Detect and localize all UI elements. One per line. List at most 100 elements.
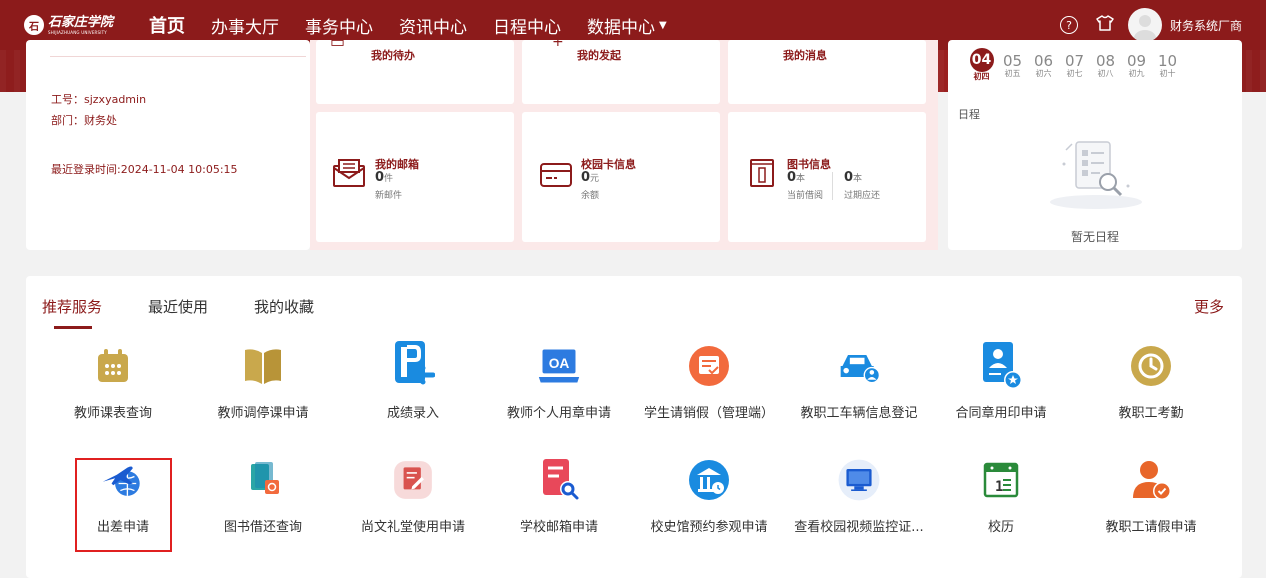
more-link[interactable]: 更多 bbox=[1194, 296, 1224, 317]
tile-my-todo[interactable]: ▭ 我的待办 bbox=[316, 32, 514, 104]
card-balance: 0元 bbox=[581, 170, 600, 185]
todo-icon: ▭ bbox=[330, 32, 346, 51]
service-label: 图书借还查询 bbox=[223, 520, 302, 535]
form-icon bbox=[391, 458, 435, 502]
service-label: 教师个人用章申请 bbox=[506, 406, 611, 421]
service-teacher-class-adjust[interactable]: 教师调停课申请 bbox=[188, 344, 338, 421]
borrow-count: 0本 bbox=[787, 170, 806, 185]
service-museum-visit[interactable]: 校史馆预约参观申请 bbox=[634, 458, 784, 535]
service-campus-cctv[interactable]: 查看校园视频监控证... bbox=[784, 458, 934, 535]
service-student-leave[interactable]: 学生请销假（管理端） bbox=[634, 344, 784, 421]
avatar[interactable] bbox=[1127, 8, 1162, 42]
calendar-day[interactable]: 09 初九 bbox=[1121, 54, 1152, 82]
mail-count: 0件 bbox=[375, 170, 394, 185]
university-seal-icon: 石 bbox=[24, 15, 44, 35]
clock-icon bbox=[1129, 344, 1173, 388]
theme-shirt-icon[interactable] bbox=[1096, 15, 1114, 35]
service-label: 教职工考勤 bbox=[1118, 406, 1184, 421]
tab-favorites[interactable]: 我的收藏 bbox=[254, 296, 314, 317]
tile-label: 我的消息 bbox=[783, 49, 827, 62]
calendar-card: 04 初四 05 初五 06 初六 07 初七 08 初八 09 初九 10 初十 日程 暂无… bbox=[948, 40, 1242, 250]
overdue-count: 0本 bbox=[844, 170, 863, 185]
card-icon bbox=[539, 162, 573, 192]
leave-icon bbox=[687, 344, 731, 388]
service-staff-leave[interactable]: 教职工请假申请 bbox=[1076, 458, 1226, 535]
service-label: 学校邮箱申请 bbox=[519, 520, 598, 535]
service-school-calendar[interactable]: 1 校历 bbox=[926, 458, 1076, 535]
tile-label: 我的待办 bbox=[371, 49, 415, 62]
service-contract-seal[interactable]: 合同章用印申请 bbox=[926, 342, 1076, 421]
logo-name-cn: 石家庄学院 bbox=[48, 14, 114, 30]
service-staff-vehicle-registration[interactable]: 教职工车辆信息登记 bbox=[784, 344, 934, 421]
car-icon bbox=[837, 344, 881, 388]
empty-schedule-illustration bbox=[1046, 132, 1146, 212]
svg-text:1: 1 bbox=[995, 479, 1003, 495]
overdue-sub: 过期应还 bbox=[844, 191, 881, 201]
monitor-icon bbox=[837, 458, 881, 502]
employee-id: 工号：sjzxyadmin bbox=[51, 93, 147, 106]
caret-down-icon: ▼ bbox=[659, 19, 667, 31]
divider bbox=[50, 56, 306, 57]
service-label: 教师调停课申请 bbox=[217, 406, 309, 421]
service-label: 尚文礼堂使用申请 bbox=[360, 520, 465, 535]
contract-icon bbox=[979, 342, 1023, 389]
calendar-day[interactable]: 05 初五 bbox=[997, 54, 1028, 82]
selection-highlight-box bbox=[75, 458, 172, 552]
university-logo[interactable]: 石 石家庄学院 SHIJIAZHUANG UNIVERSITY bbox=[24, 15, 124, 35]
help-icon[interactable]: ? bbox=[1059, 16, 1078, 34]
calendar-day-today[interactable]: 04 初四 bbox=[966, 48, 997, 82]
tile-campus-card[interactable]: 校园卡信息 0元 余额 bbox=[522, 112, 720, 242]
staff-leave-icon bbox=[1129, 458, 1173, 502]
services-tabs: 推荐服务 最近使用 我的收藏 bbox=[42, 296, 360, 329]
calendar-day[interactable]: 07 初七 bbox=[1059, 54, 1090, 82]
service-label: 校历 bbox=[987, 520, 1014, 535]
card-sub: 余额 bbox=[581, 191, 600, 201]
service-auditorium-booking[interactable]: 尚文礼堂使用申请 bbox=[338, 458, 488, 535]
book-icon bbox=[241, 344, 285, 388]
username[interactable]: 财务系统厂商 bbox=[1170, 17, 1242, 34]
calendar-day[interactable]: 08 初八 bbox=[1090, 54, 1121, 82]
service-label: 校史馆预约参观申请 bbox=[650, 520, 768, 535]
last-login-time: 最近登录时间:2024-11-04 10:05:15 bbox=[51, 163, 238, 176]
empty-schedule-text: 暂无日程 bbox=[1070, 230, 1119, 244]
mail-search-icon bbox=[537, 458, 581, 502]
service-label: 教职工请假申请 bbox=[1105, 520, 1197, 535]
department: 部门：财务处 bbox=[51, 114, 117, 127]
grade-entry-icon bbox=[391, 341, 435, 388]
service-label: 教师课表查询 bbox=[73, 406, 152, 421]
service-grade-entry[interactable]: 成绩录入 bbox=[338, 341, 488, 421]
started-icon: + bbox=[552, 34, 564, 50]
nav-data-center-label: 数据中心 bbox=[587, 17, 655, 38]
logo-name-en: SHIJIAZHUANG UNIVERSITY bbox=[48, 29, 107, 35]
service-teacher-timetable[interactable]: 教师课表查询 bbox=[38, 344, 188, 421]
service-library-borrow-return[interactable]: 图书借还查询 bbox=[188, 458, 338, 535]
service-teacher-seal-application[interactable]: OA 教师个人用章申请 bbox=[484, 344, 634, 421]
tab-recent[interactable]: 最近使用 bbox=[148, 296, 208, 317]
tile-mailbox[interactable]: 我的邮箱 0件 新邮件 bbox=[316, 112, 514, 242]
calendar-day[interactable]: 10 初十 bbox=[1152, 54, 1183, 82]
week-strip: 04 初四 05 初五 06 初六 07 初七 08 初八 09 初九 10 初十 bbox=[966, 48, 1183, 82]
tile-my-messages[interactable]: 我的消息 bbox=[728, 40, 926, 104]
calendar-icon bbox=[91, 344, 135, 388]
service-school-email[interactable]: 学校邮箱申请 bbox=[484, 458, 634, 535]
books-icon bbox=[241, 458, 285, 502]
mail-sub: 新邮件 bbox=[375, 191, 403, 201]
calendar-day[interactable]: 06 初六 bbox=[1028, 54, 1059, 82]
service-staff-attendance[interactable]: 教职工考勤 bbox=[1076, 344, 1226, 421]
quick-info-tiles: ▭ 我的待办 + 我的发起 我的消息 我的邮箱 0件 新邮件 校园卡信息 0元 … bbox=[310, 32, 938, 250]
museum-icon bbox=[687, 458, 731, 502]
oa-icon: OA bbox=[537, 344, 581, 388]
tab-recommended[interactable]: 推荐服务 bbox=[42, 296, 102, 329]
service-label: 学生请销假（管理端） bbox=[643, 406, 774, 421]
service-label: 合同章用印申请 bbox=[955, 406, 1047, 421]
service-label: 教职工车辆信息登记 bbox=[800, 406, 918, 421]
services-panel: 推荐服务 最近使用 我的收藏 更多 教师课表查询 教师调停课申请 成绩录入 OA… bbox=[26, 276, 1242, 578]
divider bbox=[832, 172, 833, 200]
tile-library[interactable]: 图书信息 0本 当前借阅 0本 过期应还 bbox=[728, 112, 926, 242]
user-info-card: 工号：sjzxyadmin 部门：财务处 最近登录时间:2024-11-04 1… bbox=[26, 40, 310, 250]
service-label: 成绩录入 bbox=[386, 406, 439, 421]
mail-icon bbox=[332, 158, 366, 192]
tile-my-started[interactable]: + 我的发起 bbox=[522, 34, 720, 104]
school-calendar-icon: 1 bbox=[979, 458, 1023, 502]
tile-label: 我的发起 bbox=[577, 49, 621, 62]
